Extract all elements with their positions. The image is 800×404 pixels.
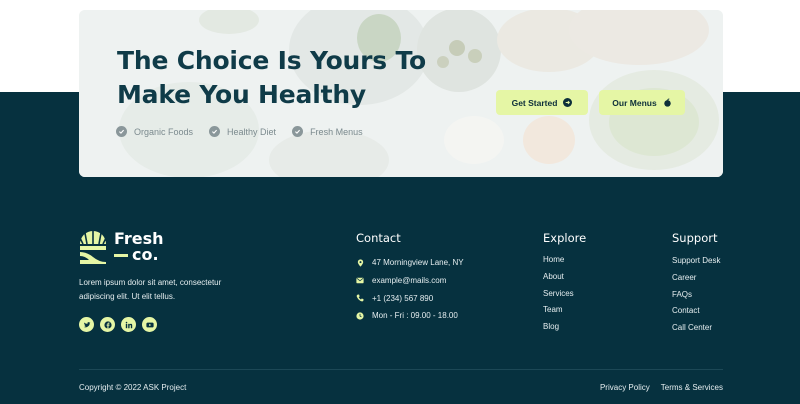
support-links: Support Desk Career FAQs Contact Call Ce… xyxy=(672,256,720,340)
contact-email[interactable]: example@mails.com xyxy=(356,272,464,290)
fresh-co-logo-icon xyxy=(79,231,107,264)
our-menus-button[interactable]: Our Menus xyxy=(599,90,685,115)
explore-link-services[interactable]: Services xyxy=(543,289,574,306)
location-pin-icon xyxy=(356,259,364,267)
twitter-icon[interactable] xyxy=(79,317,94,332)
explore-link-home[interactable]: Home xyxy=(543,255,574,272)
support-heading: Support xyxy=(672,231,718,245)
privacy-policy-link[interactable]: Privacy Policy xyxy=(600,383,650,392)
mail-icon xyxy=(356,277,364,285)
arrow-right-circle-icon xyxy=(563,98,573,107)
explore-link-blog[interactable]: Blog xyxy=(543,322,574,339)
footer-about-text: Lorem ipsum dolor sit amet, consectetur … xyxy=(79,278,222,301)
brand-name-line2: co. xyxy=(132,245,159,264)
support-link-contact[interactable]: Contact xyxy=(672,306,720,323)
social-links xyxy=(79,317,157,332)
explore-link-about[interactable]: About xyxy=(543,272,574,289)
explore-link-team[interactable]: Team xyxy=(543,305,574,322)
contact-heading: Contact xyxy=(356,231,401,245)
support-link-career[interactable]: Career xyxy=(672,273,720,290)
feature-label: Healthy Diet xyxy=(227,126,277,137)
cta-banner: The Choice Is Yours To Make You Healthy … xyxy=(79,10,723,177)
contact-list: 47 Morningview Lane, NY example@mails.co… xyxy=(356,254,464,325)
contact-hours: Mon - Fri : 09.00 - 18.00 xyxy=(356,307,464,325)
contact-phone[interactable]: +1 (234) 567 890 xyxy=(356,289,464,307)
feature-label: Organic Foods xyxy=(134,126,194,137)
facebook-icon[interactable] xyxy=(100,317,115,332)
feature-fresh-menus: Fresh Menus xyxy=(292,126,363,137)
linkedin-icon[interactable] xyxy=(121,317,136,332)
brand-name: Fresh co. xyxy=(114,231,164,263)
copyright-text: Copyright © 2022 ASK Project xyxy=(79,383,187,392)
explore-heading: Explore xyxy=(543,231,587,245)
our-menus-label: Our Menus xyxy=(612,97,657,108)
feature-list: Organic Foods Healthy Diet Fresh Menus xyxy=(116,126,363,137)
youtube-icon[interactable] xyxy=(142,317,157,332)
contact-text: example@mails.com xyxy=(372,276,447,286)
support-link-faqs[interactable]: FAQs xyxy=(672,290,720,307)
feature-label: Fresh Menus xyxy=(310,126,363,137)
check-circle-icon xyxy=(292,126,304,137)
cta-title-line1: The Choice Is Yours To xyxy=(117,46,426,75)
feature-organic-foods: Organic Foods xyxy=(116,126,193,137)
cta-title-line2: Make You Healthy xyxy=(117,80,367,109)
clock-icon xyxy=(356,312,364,320)
cta-title: The Choice Is Yours To Make You Healthy xyxy=(117,44,437,112)
contact-address: 47 Morningview Lane, NY xyxy=(356,254,464,272)
check-circle-icon xyxy=(116,126,127,137)
brand-name-line2-row: co. xyxy=(114,247,164,263)
contact-text: 47 Morningview Lane, NY xyxy=(372,258,464,268)
explore-links: Home About Services Team Blog xyxy=(543,255,574,339)
get-started-button[interactable]: Get Started xyxy=(496,90,588,115)
check-circle-icon xyxy=(209,126,221,137)
contact-text: Mon - Fri : 09.00 - 18.00 xyxy=(372,311,458,321)
support-link-support-desk[interactable]: Support Desk xyxy=(672,256,720,273)
brand-dash xyxy=(114,253,128,257)
legal-links: Privacy Policy Terms & Services xyxy=(600,383,723,392)
footer-divider xyxy=(79,369,723,370)
apple-icon xyxy=(663,98,672,107)
feature-healthy-diet: Healthy Diet xyxy=(209,126,276,137)
support-link-call-center[interactable]: Call Center xyxy=(672,323,720,340)
footer-brand[interactable]: Fresh co. xyxy=(79,230,164,264)
terms-services-link[interactable]: Terms & Services xyxy=(661,383,723,392)
phone-icon xyxy=(356,294,364,302)
get-started-label: Get Started xyxy=(511,97,558,108)
contact-text: +1 (234) 567 890 xyxy=(372,293,434,303)
